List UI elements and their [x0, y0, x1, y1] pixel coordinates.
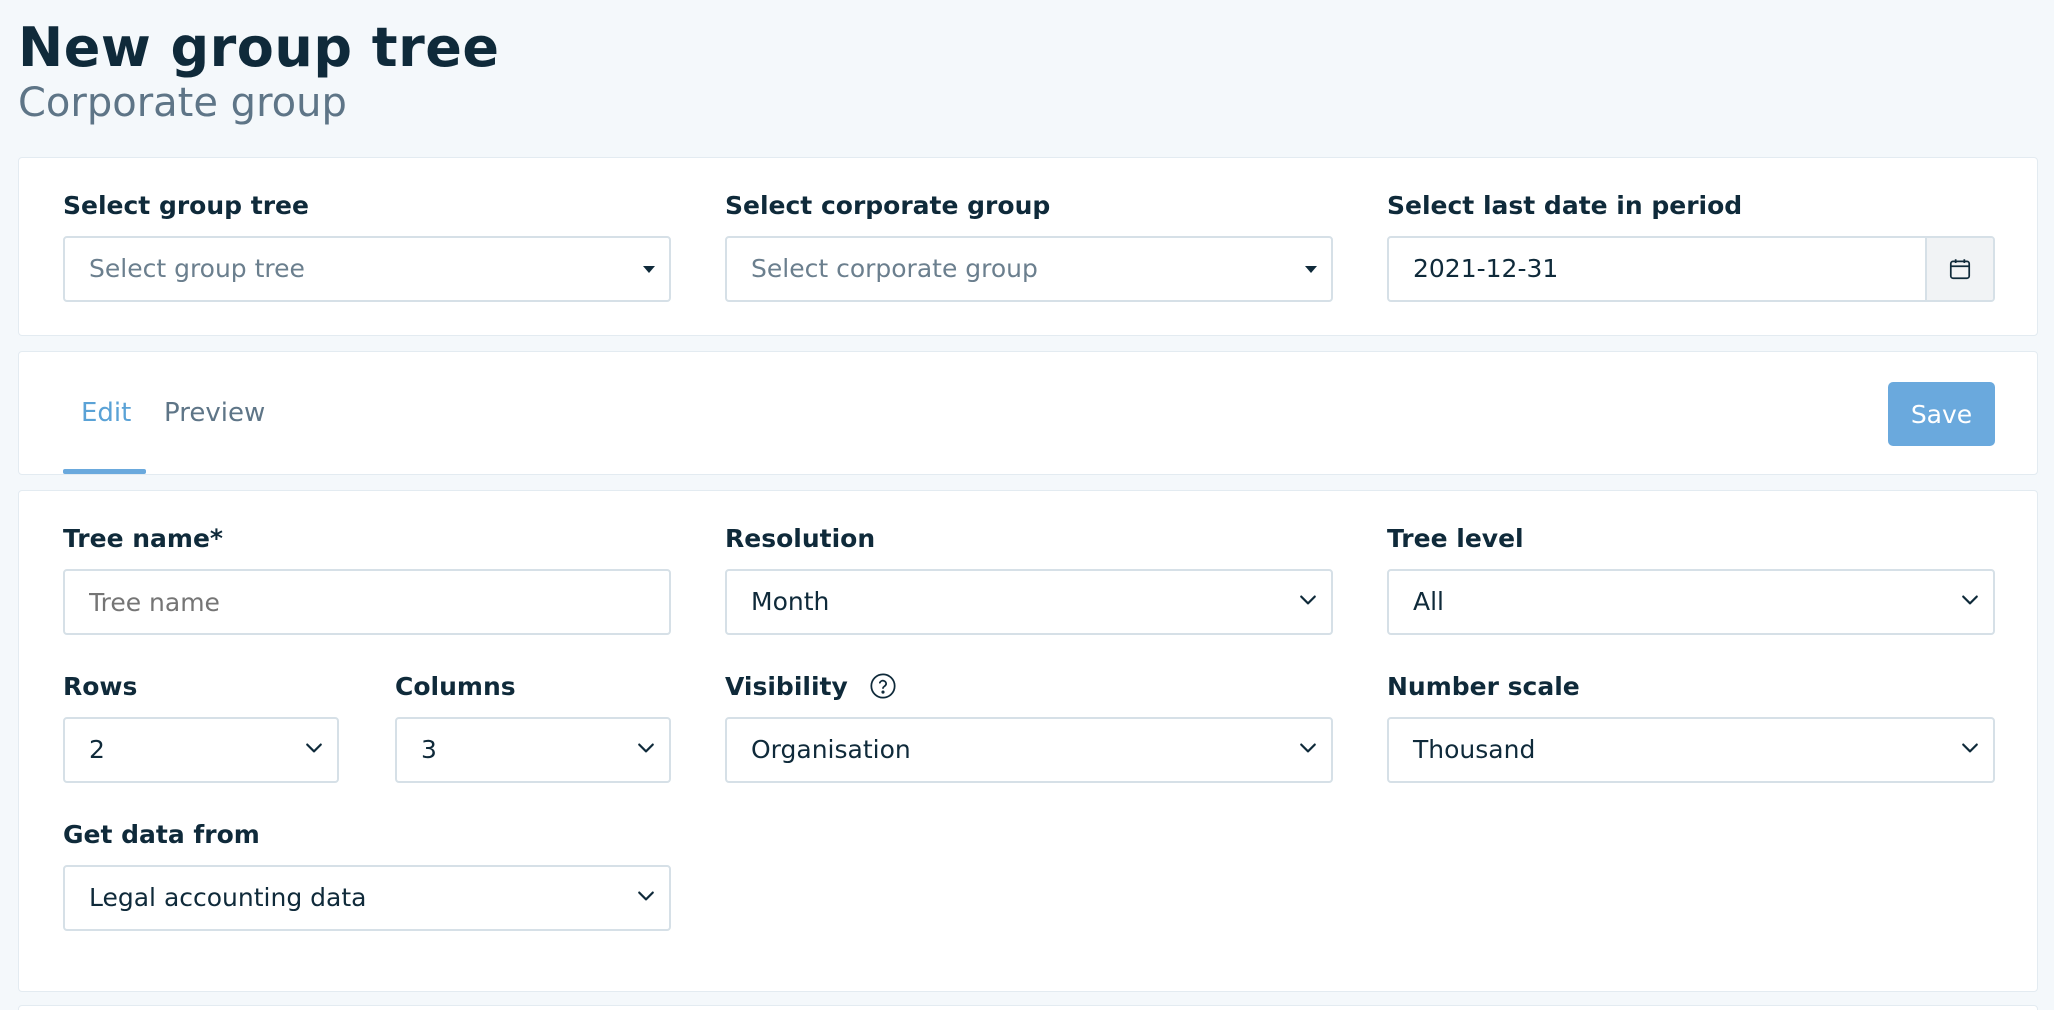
- next-card-edge: [18, 1005, 2038, 1010]
- tree-name-label: Tree name*: [63, 524, 223, 553]
- rows-select[interactable]: 2: [63, 717, 339, 783]
- resolution-label: Resolution: [725, 524, 876, 553]
- tab-preview[interactable]: Preview: [164, 382, 265, 444]
- chevron-down-icon: [638, 743, 654, 753]
- columns-field: Columns 3: [395, 669, 671, 783]
- group-tree-field: Select group tree Select group tree: [63, 188, 671, 302]
- tree-level-field: Tree level All: [1387, 521, 1995, 635]
- resolution-value: Month: [751, 587, 830, 616]
- rows-field: Rows 2: [63, 669, 339, 783]
- corporate-group-placeholder: Select corporate group: [751, 254, 1038, 283]
- chevron-down-icon: [1300, 743, 1316, 753]
- page-title: New group tree: [18, 16, 500, 79]
- group-tree-placeholder: Select group tree: [89, 254, 305, 283]
- chevron-down-icon: [1962, 743, 1978, 753]
- caret-down-icon: [1305, 266, 1317, 273]
- chevron-down-icon: [1962, 595, 1978, 605]
- columns-value: 3: [421, 735, 437, 764]
- data-source-label: Get data from: [63, 820, 260, 849]
- tree-level-value: All: [1413, 587, 1444, 616]
- calendar-icon: [1949, 259, 1971, 280]
- tree-settings-card: Tree name* Resolution Month Tree level A…: [18, 490, 2038, 992]
- visibility-field: Visibility Organisation: [725, 669, 1333, 783]
- rows-label: Rows: [63, 672, 138, 701]
- visibility-label: Visibility: [725, 672, 848, 701]
- caret-down-icon: [643, 266, 655, 273]
- corporate-group-field: Select corporate group Select corporate …: [725, 188, 1333, 302]
- corporate-group-select[interactable]: Select corporate group: [725, 236, 1333, 302]
- number-scale-field: Number scale Thousand: [1387, 669, 1995, 783]
- last-date-label: Select last date in period: [1387, 191, 1743, 220]
- save-button[interactable]: Save: [1888, 382, 1995, 446]
- resolution-field: Resolution Month: [725, 521, 1333, 635]
- chevron-down-icon: [1300, 595, 1316, 605]
- number-scale-value: Thousand: [1413, 735, 1536, 764]
- page-subtitle: Corporate group: [18, 80, 347, 126]
- last-date-input[interactable]: 2021-12-31: [1387, 236, 1995, 302]
- visibility-label-row: Visibility: [725, 669, 1333, 705]
- chevron-down-icon: [638, 891, 654, 901]
- resolution-select[interactable]: Month: [725, 569, 1333, 635]
- tree-name-input[interactable]: [63, 569, 671, 635]
- data-source-value: Legal accounting data: [89, 883, 367, 912]
- group-tree-label: Select group tree: [63, 191, 309, 220]
- visibility-select[interactable]: Organisation: [725, 717, 1333, 783]
- tree-level-select[interactable]: All: [1387, 569, 1995, 635]
- columns-label: Columns: [395, 672, 516, 701]
- number-scale-select[interactable]: Thousand: [1387, 717, 1995, 783]
- last-date-field: Select last date in period 2021-12-31: [1387, 188, 1995, 302]
- corporate-group-label: Select corporate group: [725, 191, 1051, 220]
- columns-select[interactable]: 3: [395, 717, 671, 783]
- tabs-card: Edit Preview Save: [18, 351, 2038, 475]
- number-scale-label: Number scale: [1387, 672, 1580, 701]
- data-source-select[interactable]: Legal accounting data: [63, 865, 671, 931]
- visibility-value: Organisation: [751, 735, 911, 764]
- page: New group tree Corporate group Select gr…: [0, 0, 2054, 1010]
- last-date-value: 2021-12-31: [1413, 254, 1559, 283]
- group-tree-select[interactable]: Select group tree: [63, 236, 671, 302]
- tree-level-label: Tree level: [1387, 524, 1524, 553]
- rows-value: 2: [89, 735, 105, 764]
- data-source-field: Get data from Legal accounting data: [63, 817, 671, 931]
- tree-name-field: Tree name*: [63, 521, 671, 635]
- selectors-card: Select group tree Select group tree Sele…: [18, 157, 2038, 336]
- tab-edit[interactable]: Edit: [81, 382, 131, 444]
- chevron-down-icon: [306, 743, 322, 753]
- help-circle-icon[interactable]: [869, 672, 897, 700]
- calendar-button[interactable]: [1925, 238, 1993, 300]
- active-tab-indicator: [63, 469, 146, 474]
